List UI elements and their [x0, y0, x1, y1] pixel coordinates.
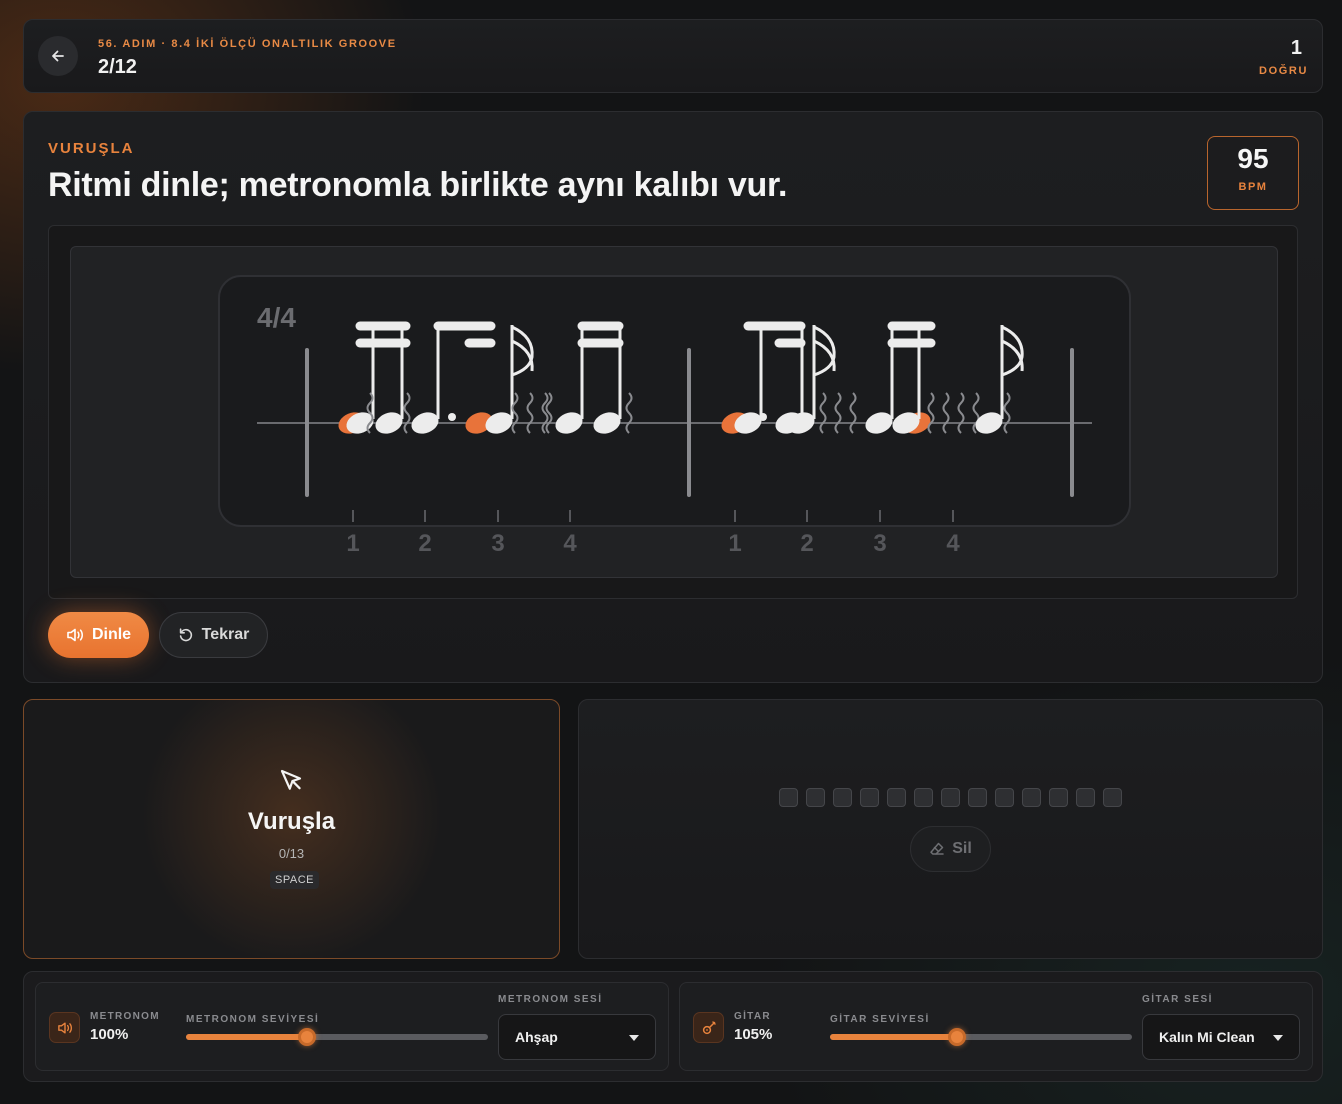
hit-slot: [995, 788, 1014, 807]
back-button[interactable]: [38, 36, 78, 76]
beat-number: 3: [491, 530, 504, 557]
guitar-sound-value: Kalın Mi Clean: [1159, 1029, 1255, 1045]
metronome-level-label: METRONOM SEVİYESİ: [186, 1014, 320, 1025]
guitar-icon[interactable]: [693, 1012, 724, 1043]
hit-slot: [941, 788, 960, 807]
correct-count: 1: [1290, 37, 1302, 59]
mode-label: VURUŞLA: [48, 140, 135, 157]
metronome-speaker-icon[interactable]: [49, 1012, 80, 1043]
listen-label: Dinle: [91, 626, 132, 643]
bpm-display: 95 BPM: [1207, 136, 1299, 210]
hit-slot: [860, 788, 879, 807]
beat-number: 4: [563, 530, 577, 557]
eraser-icon: [930, 842, 944, 855]
hit-slot: [914, 788, 933, 807]
time-signature: 4/4: [257, 302, 296, 333]
guitar-level-thumb[interactable]: [947, 1028, 966, 1046]
hit-slot: [1076, 788, 1095, 807]
guitar-level-label: GİTAR SEVİYESİ: [830, 1014, 930, 1025]
hit-slot: [887, 788, 906, 807]
metronome-name: METRONOM: [90, 1011, 160, 1022]
hit-slot: [1103, 788, 1122, 807]
cursor-click-icon: [280, 769, 302, 790]
beat-number: 1: [346, 530, 359, 557]
metronome-percent: 100%: [90, 1026, 129, 1043]
guitar-sound-select[interactable]: Kalın Mi Clean: [1142, 1014, 1300, 1060]
listen-button[interactable]: Dinle: [48, 612, 149, 658]
correct-label: DOĞRU: [1259, 65, 1308, 77]
metronome-level-thumb[interactable]: [297, 1028, 316, 1046]
bpm-unit: BPM: [1238, 181, 1268, 193]
metronome-level-slider[interactable]: [186, 1028, 488, 1046]
hits-panel: Sil: [578, 699, 1323, 959]
lesson-header: 56. ADIM · 8.4 İKİ ÖLÇÜ ONALTILIK GROOVE…: [23, 19, 1323, 93]
exercise-card: VURUŞLA Ritmi dinle; metronomla birlikte…: [23, 111, 1323, 683]
hit-slot: [833, 788, 852, 807]
keyboard-hint: SPACE: [270, 871, 319, 889]
rhythm-notation: 4/4 1 2 3 4 1 2 3 4: [218, 275, 1131, 557]
repeat-button[interactable]: Tekrar: [159, 612, 268, 658]
beat-number: 4: [946, 530, 960, 557]
metronome-sound-select[interactable]: Ahşap: [498, 1014, 656, 1060]
speaker-icon: [67, 628, 83, 642]
clear-label: Sil: [952, 840, 972, 857]
repeat-label: Tekrar: [201, 626, 250, 643]
metronome-controls: METRONOM 100% METRONOM SEVİYESİ METRONOM…: [35, 982, 669, 1071]
beat-number: 2: [418, 530, 431, 557]
guitar-level-slider[interactable]: [830, 1028, 1132, 1046]
chevron-down-icon: [629, 1035, 639, 1041]
guitar-name: GİTAR: [734, 1011, 771, 1022]
progress-counter: 2/12: [98, 56, 137, 78]
tap-pad[interactable]: Vuruşla 0/13 SPACE: [23, 699, 560, 959]
refresh-icon: [179, 628, 192, 642]
guitar-level-fill: [830, 1034, 957, 1040]
hit-slot: [1022, 788, 1041, 807]
metronome-sound-value: Ahşap: [515, 1029, 558, 1045]
clear-button[interactable]: Sil: [910, 826, 991, 872]
beat-number: 2: [800, 530, 813, 557]
hit-slot: [779, 788, 798, 807]
tap-title: Vuruşla: [247, 808, 336, 835]
metronome-sound-label: METRONOM SESİ: [498, 994, 603, 1005]
hit-slot: [806, 788, 825, 807]
dotted-note-dot: [448, 413, 456, 421]
hit-slot: [968, 788, 987, 807]
beat-number: 3: [873, 530, 886, 557]
arrow-left-icon: [52, 50, 64, 62]
bpm-value: 95: [1237, 143, 1269, 174]
score-area: 4/4 1 2 3 4 1 2 3 4: [48, 225, 1298, 599]
notation-panel: 4/4 1 2 3 4 1 2 3 4: [70, 246, 1278, 578]
hit-slots: [779, 788, 1122, 807]
beat-number: 1: [728, 530, 741, 557]
chevron-down-icon: [1273, 1035, 1283, 1041]
hit-slot: [1049, 788, 1068, 807]
mixer-bar: METRONOM 100% METRONOM SEVİYESİ METRONOM…: [23, 971, 1323, 1082]
guitar-sound-label: GİTAR SESİ: [1142, 994, 1213, 1005]
instruction-title: Ritmi dinle; metronomla birlikte aynı ka…: [48, 166, 788, 204]
step-label: 56. ADIM · 8.4 İKİ ÖLÇÜ ONALTILIK GROOVE: [98, 38, 397, 50]
metronome-level-fill: [186, 1034, 307, 1040]
staff-frame: [218, 275, 1131, 527]
dotted-note-dot: [759, 413, 767, 421]
guitar-percent: 105%: [734, 1026, 773, 1043]
tap-counter: 0/13: [278, 846, 305, 861]
guitar-controls: GİTAR 105% GİTAR SEVİYESİ GİTAR SESİ Kal…: [679, 982, 1313, 1071]
